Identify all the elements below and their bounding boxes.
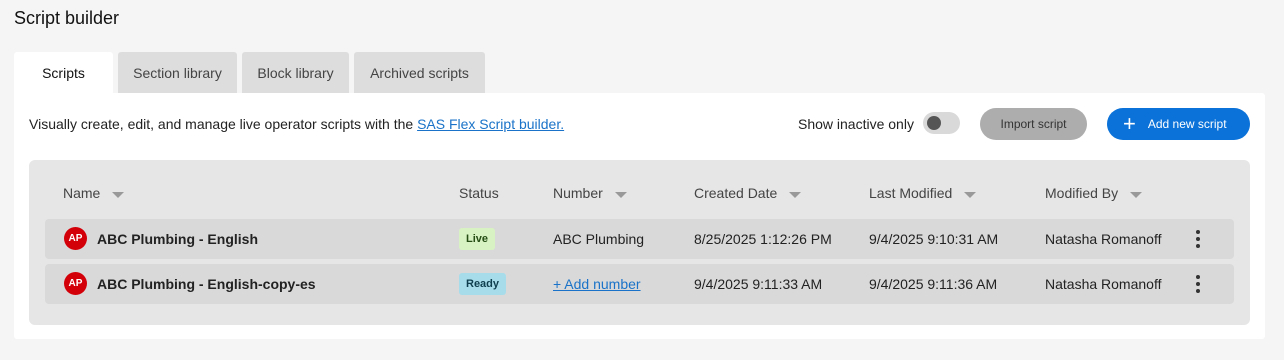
sort-caret-icon[interactable]: [1130, 191, 1143, 198]
tab-scripts[interactable]: Scripts: [14, 52, 113, 94]
modified-by-cell: Natasha Romanoff: [1045, 276, 1162, 292]
column-header-last-modified[interactable]: Last Modified: [869, 185, 977, 201]
scripts-table: Name Status Number Created Date Last Mod…: [29, 160, 1250, 325]
add-new-script-label: Add new script: [1147, 117, 1227, 131]
kebab-menu-icon[interactable]: [1188, 230, 1208, 248]
column-header-status: Status: [459, 185, 499, 201]
column-header-modified-by-label: Modified By: [1045, 185, 1119, 201]
modified-by-cell: Natasha Romanoff: [1045, 231, 1162, 247]
last-modified-cell: 9/4/2025 9:11:36 AM: [869, 276, 998, 292]
table-row[interactable]: AP ABC Plumbing - English-copy-es Ready …: [45, 264, 1234, 304]
page-title: Script builder: [14, 8, 120, 28]
import-script-label: Import script: [1000, 117, 1067, 131]
column-header-number[interactable]: Number: [553, 185, 627, 201]
column-header-status-label: Status: [459, 185, 499, 201]
last-modified-cell: 9/4/2025 9:10:31 AM: [869, 231, 999, 247]
add-number-link[interactable]: + Add number: [553, 276, 641, 292]
column-header-created-label: Created Date: [694, 185, 778, 201]
column-header-created-date[interactable]: Created Date: [694, 185, 802, 201]
status-badge: Ready: [459, 273, 507, 295]
column-header-number-label: Number: [553, 185, 603, 201]
toggle-knob: [927, 116, 941, 130]
script-name[interactable]: ABC Plumbing - English: [97, 219, 258, 259]
description-body: Visually create, edit, and manage live o…: [29, 116, 418, 132]
column-header-modified-label: Last Modified: [869, 185, 953, 201]
plus-icon: +: [1123, 111, 1136, 136]
avatar: AP: [64, 272, 87, 295]
status-cell: Live: [459, 219, 496, 259]
show-inactive-label: Show inactive only: [798, 116, 914, 132]
kebab-menu-icon[interactable]: [1188, 275, 1208, 293]
sort-caret-icon[interactable]: [112, 191, 125, 198]
tab-archived-scripts[interactable]: Archived scripts: [354, 52, 485, 93]
status-badge: Live: [459, 228, 496, 250]
show-inactive-toggle[interactable]: [923, 112, 960, 134]
number-cell: + Add number: [553, 264, 641, 304]
sort-caret-icon[interactable]: [614, 191, 627, 198]
column-header-modified-by[interactable]: Modified By: [1045, 185, 1143, 201]
table-row[interactable]: AP ABC Plumbing - English Live ABC Plumb…: [45, 219, 1234, 259]
tab-bar: Scripts Section library Block library Ar…: [14, 52, 490, 94]
avatar: AP: [64, 227, 87, 250]
column-header-name-label: Name: [63, 185, 101, 201]
import-script-button[interactable]: Import script: [980, 108, 1087, 140]
script-name[interactable]: ABC Plumbing - English-copy-es: [97, 264, 316, 304]
sas-flex-link[interactable]: SAS Flex Script builder.: [417, 116, 564, 132]
scripts-panel: Visually create, edit, and manage live o…: [14, 93, 1265, 339]
number-cell: ABC Plumbing: [553, 231, 645, 247]
status-cell: Ready: [459, 264, 507, 304]
description-text: Visually create, edit, and manage live o…: [29, 116, 564, 132]
tab-block-library[interactable]: Block library: [242, 52, 349, 93]
column-header-name[interactable]: Name: [63, 185, 125, 201]
created-date-cell: 9/4/2025 9:11:33 AM: [694, 276, 823, 292]
add-new-script-button[interactable]: + Add new script: [1107, 108, 1250, 140]
tab-section-library[interactable]: Section library: [118, 52, 237, 93]
sort-caret-icon[interactable]: [789, 191, 802, 198]
sort-caret-icon[interactable]: [964, 191, 977, 198]
created-date-cell: 8/25/2025 1:12:26 PM: [694, 231, 832, 247]
